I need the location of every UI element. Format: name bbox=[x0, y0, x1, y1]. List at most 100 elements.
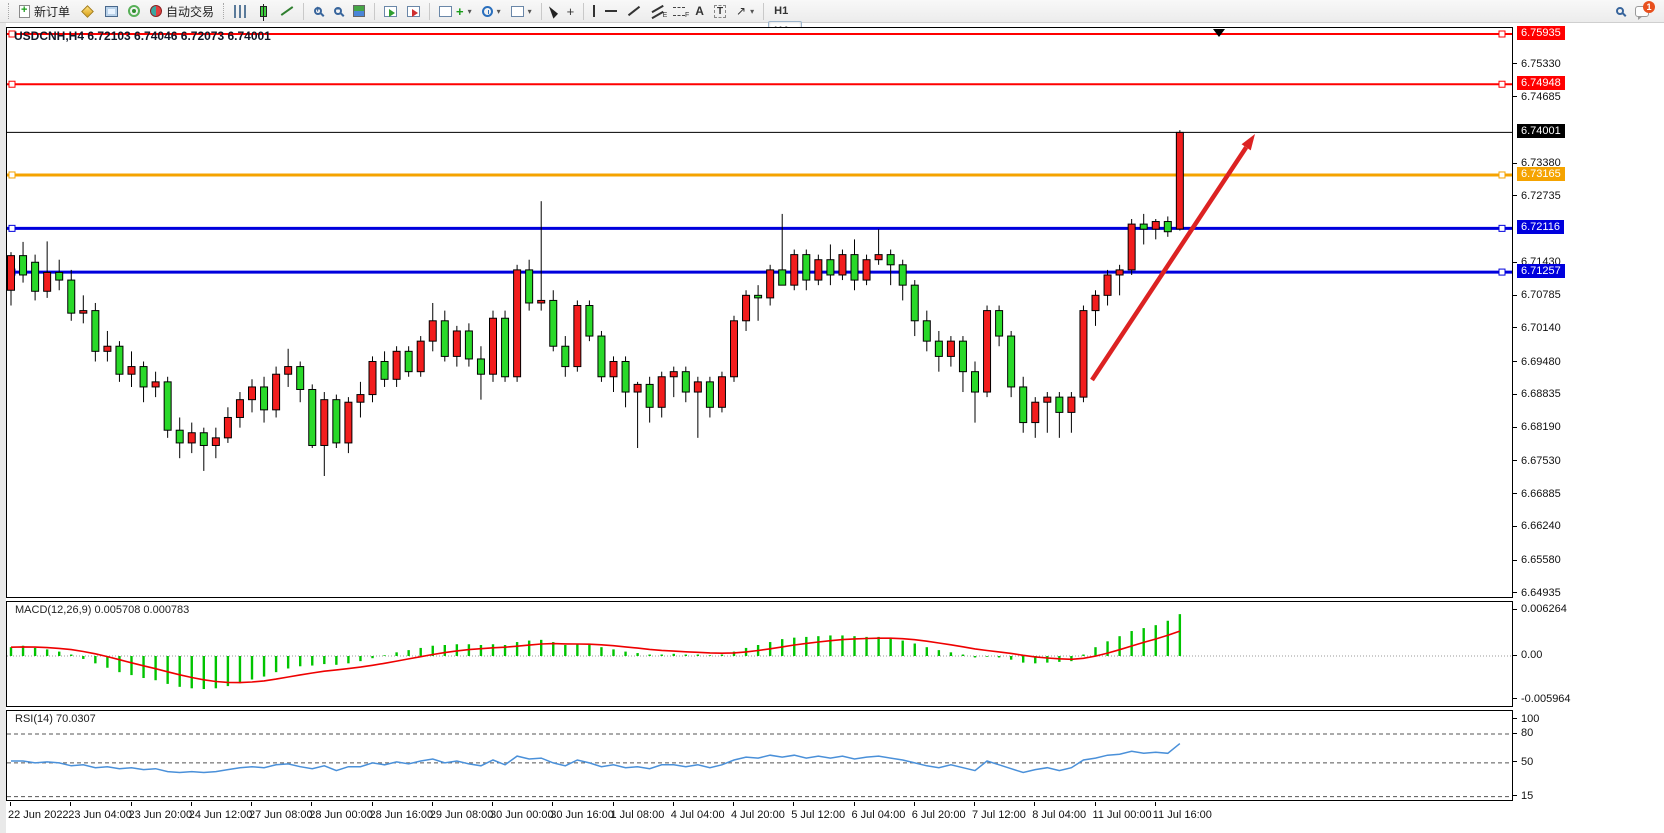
line-chart-button[interactable] bbox=[275, 1, 299, 21]
auto-trading-button[interactable]: 自动交易 bbox=[145, 1, 219, 21]
price-label-box: 6.74001 bbox=[1517, 124, 1565, 138]
zoom-in-button[interactable]: + bbox=[308, 1, 328, 21]
periods-button[interactable]: ▾ bbox=[477, 1, 506, 21]
auto-scroll-button[interactable] bbox=[379, 1, 402, 21]
fibonacci-icon: F bbox=[673, 7, 685, 16]
main-chart-panel[interactable] bbox=[6, 27, 1513, 598]
line-chart-icon bbox=[281, 6, 294, 16]
time-axis-label: 23 Jun 20:00 bbox=[129, 809, 193, 821]
candle bbox=[935, 341, 942, 356]
candle bbox=[634, 384, 641, 392]
templates-icon bbox=[511, 6, 524, 17]
rsi-line bbox=[11, 744, 1180, 773]
new-order-label: 新订单 bbox=[34, 3, 70, 20]
time-tick bbox=[1095, 802, 1096, 806]
time-axis-label: 5 Jul 12:00 bbox=[791, 809, 845, 821]
separator bbox=[303, 3, 304, 20]
candle bbox=[887, 255, 894, 265]
candle bbox=[441, 321, 448, 357]
price-tick: 6.68835 bbox=[1513, 387, 1561, 401]
time-axis-label: 22 Jun 2022 bbox=[8, 809, 69, 821]
price-tick: 6.65580 bbox=[1513, 553, 1561, 567]
zoom-out-button[interactable]: − bbox=[328, 1, 348, 21]
zoom-out-icon: − bbox=[334, 7, 342, 15]
text-label-button[interactable]: T bbox=[709, 1, 731, 21]
candle bbox=[755, 295, 762, 298]
cursor-button[interactable] bbox=[546, 1, 562, 21]
text-button[interactable]: A bbox=[690, 1, 709, 21]
time-axis-label: 6 Jul 20:00 bbox=[912, 809, 966, 821]
hline-handle bbox=[1499, 81, 1505, 87]
candle bbox=[140, 367, 147, 387]
price-tick: 6.70785 bbox=[1513, 288, 1561, 302]
candle bbox=[8, 256, 15, 291]
candle bbox=[514, 270, 521, 377]
candle bbox=[176, 430, 183, 443]
templates-button[interactable]: ▾ bbox=[506, 1, 537, 21]
time-tick bbox=[1034, 802, 1035, 806]
rsi-chart[interactable] bbox=[7, 711, 1512, 800]
time-axis-label: 8 Jul 04:00 bbox=[1032, 809, 1086, 821]
terminal-button[interactable] bbox=[100, 1, 123, 21]
arrows-button[interactable]: ↗▾ bbox=[731, 1, 759, 21]
caret-down-icon: ▾ bbox=[750, 7, 754, 16]
candle bbox=[899, 265, 906, 285]
symbol-search-button[interactable] bbox=[1610, 1, 1630, 21]
candle bbox=[393, 351, 400, 379]
chat-button[interactable]: 1 bbox=[1630, 1, 1654, 21]
price-tick: 6.67530 bbox=[1513, 454, 1561, 468]
vertical-line-button[interactable] bbox=[588, 1, 600, 21]
macd-tick: 0.00 bbox=[1513, 648, 1542, 662]
fibonacci-button[interactable]: F bbox=[668, 1, 690, 21]
candle bbox=[1116, 270, 1123, 275]
candle bbox=[345, 402, 352, 443]
price-label-box: 6.73165 bbox=[1517, 167, 1565, 181]
chart-shift-button[interactable] bbox=[402, 1, 425, 21]
hline-handle bbox=[9, 172, 15, 178]
macd-chart[interactable] bbox=[7, 602, 1512, 706]
time-tick bbox=[10, 802, 11, 806]
horizontal-line-button[interactable] bbox=[600, 1, 622, 21]
candle bbox=[116, 346, 123, 374]
new-order-button[interactable]: 新订单 bbox=[14, 1, 75, 21]
navigator-button[interactable] bbox=[123, 1, 145, 21]
candle bbox=[682, 372, 689, 392]
macd-panel[interactable]: MACD(12,26,9) 0.005708 0.000783 bbox=[6, 601, 1513, 707]
hline-handle bbox=[9, 225, 15, 231]
candlestick-chart[interactable] bbox=[7, 28, 1512, 597]
candle bbox=[996, 311, 1003, 336]
bar-chart-button[interactable] bbox=[229, 1, 252, 21]
candle bbox=[164, 382, 171, 430]
plus-icon: + bbox=[456, 4, 464, 19]
rsi-panel[interactable]: RSI(14) 70.0307 bbox=[6, 710, 1513, 801]
candlestick-chart-button[interactable] bbox=[252, 1, 275, 21]
time-axis-label: 4 Jul 20:00 bbox=[731, 809, 785, 821]
tile-windows-button[interactable] bbox=[348, 1, 370, 21]
trendline-button[interactable] bbox=[622, 1, 646, 21]
auto-scroll-icon bbox=[384, 6, 397, 17]
caret-down-icon: ▾ bbox=[497, 7, 501, 16]
time-axis-label: 30 Jun 16:00 bbox=[550, 809, 614, 821]
time-axis-label: 28 Jun 00:00 bbox=[309, 809, 373, 821]
equidistant-channel-button[interactable]: E bbox=[646, 1, 668, 21]
time-tick bbox=[251, 802, 252, 806]
price-tick: 6.75330 bbox=[1513, 57, 1561, 71]
candle bbox=[1080, 311, 1087, 398]
candle bbox=[586, 306, 593, 337]
candle bbox=[405, 351, 412, 371]
time-tick bbox=[492, 802, 493, 806]
indicators-button[interactable]: +▾ bbox=[434, 1, 477, 21]
timeframe-h1[interactable]: H1 bbox=[768, 1, 801, 21]
candle bbox=[1032, 402, 1039, 422]
candle bbox=[1044, 397, 1051, 402]
candle bbox=[658, 377, 665, 408]
candle bbox=[369, 361, 376, 394]
price-label-box: 6.75935 bbox=[1517, 26, 1565, 40]
arrows-icon: ↗ bbox=[736, 4, 746, 18]
candle bbox=[212, 438, 219, 446]
auto-trading-icon bbox=[150, 5, 162, 17]
market-watch-button[interactable] bbox=[75, 1, 100, 21]
time-tick bbox=[673, 802, 674, 806]
crosshair-button[interactable]: + bbox=[562, 1, 580, 21]
time-axis: 22 Jun 202223 Jun 04:0023 Jun 20:0024 Ju… bbox=[6, 802, 1513, 826]
